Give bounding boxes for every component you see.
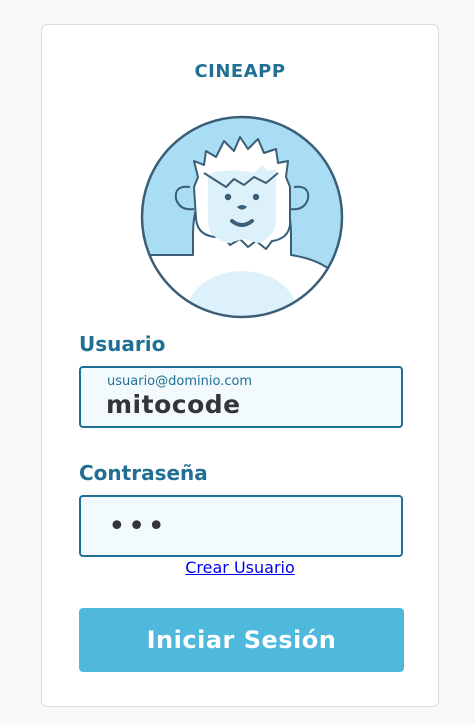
username-label: Usuario <box>79 332 166 356</box>
password-value: ••• <box>108 509 168 544</box>
login-card: CINEAPP Usuario usuario@dominio.com mito… <box>41 24 439 707</box>
password-field[interactable]: ••• <box>79 495 403 557</box>
username-value: mitocode <box>106 390 241 419</box>
create-user-link[interactable]: Crear Usuario <box>42 558 438 577</box>
app-title: CINEAPP <box>194 61 286 82</box>
username-field[interactable]: usuario@dominio.com mitocode <box>79 366 403 428</box>
password-label: Contraseña <box>79 461 208 485</box>
login-button[interactable]: Iniciar Sesión <box>79 608 404 672</box>
yeti-avatar-icon <box>140 115 344 319</box>
username-helper: usuario@dominio.com <box>107 374 253 389</box>
